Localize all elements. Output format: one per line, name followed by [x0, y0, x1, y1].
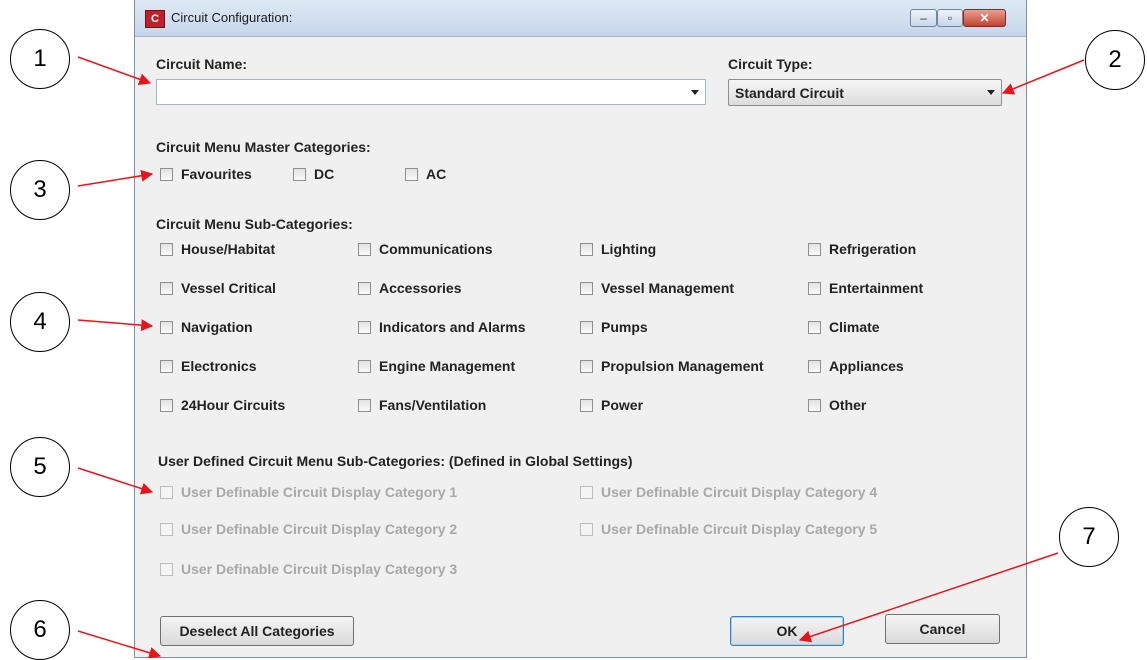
callout-7: 7: [1059, 507, 1119, 567]
callout-1-arrow: [77, 56, 152, 85]
callout-4: 4: [10, 292, 70, 352]
callout-7-arrow: [798, 552, 1059, 643]
callout-5: 5: [10, 437, 70, 497]
callout-6-arrow: [77, 630, 162, 658]
callout-3: 3: [10, 160, 70, 220]
callout-2-arrow: [1001, 59, 1085, 95]
callout-5-arrow: [77, 467, 154, 495]
callout-4-arrow: [77, 319, 154, 332]
callout-3-arrow: [77, 169, 154, 187]
callout-6: 6: [10, 600, 70, 660]
callout-2: 2: [1085, 30, 1145, 90]
callout-1: 1: [10, 29, 70, 89]
annotation-arrows: [77, 56, 1085, 658]
